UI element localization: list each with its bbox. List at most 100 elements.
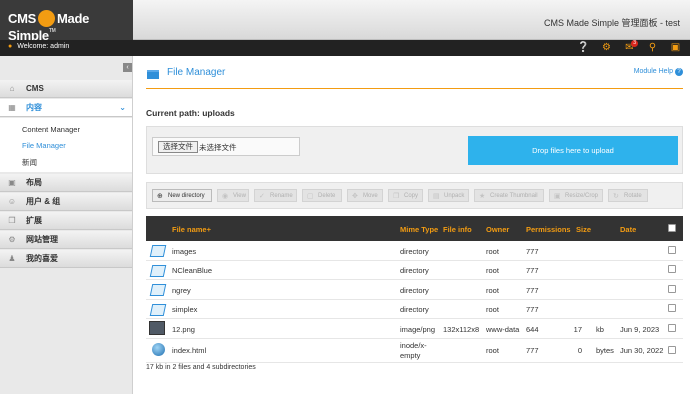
folder-icon [149,265,167,277]
drop-zone[interactable]: Drop files here to upload [468,136,678,165]
table-row[interactable]: 12.png image/png 132x112x8 www-data 644 … [146,319,683,339]
file-name-link[interactable]: index.html [172,346,206,355]
sidebar-item-label: 用户 & 组 [26,197,61,206]
site-title: CMS Made Simple 管理面板 - test [543,18,680,28]
notification-badge: 3 [631,40,638,47]
owner: root [486,286,499,295]
button-label: Rename [270,193,293,199]
rotate-button[interactable]: ↻ Rotate [608,189,648,202]
create-thumbnail-button[interactable]: ★ Create Thumbnail [474,189,544,202]
help-icon[interactable]: ❔ [572,41,595,55]
home-icon: ⌂ [9,84,15,93]
check-icon: ✓ [259,193,265,200]
owner: root [486,305,499,314]
main-content: File Manager Module Help? Current path: … [133,56,690,394]
delete-button[interactable]: ▢ Delete [302,189,342,202]
file-name-link[interactable]: 12.png [172,325,195,334]
upload-panel: 选择文件 未选择文件 Drop files here to upload [146,126,683,174]
mime-type: directory [400,266,429,275]
notifications-bell-icon[interactable]: ✉ 3 [618,40,641,55]
file-size-unit: bytes [596,346,614,355]
file-name-link[interactable]: simplex [172,305,197,314]
submenu-file-manager[interactable]: File Manager [22,141,66,150]
button-label: Create Thumbnail [490,193,538,199]
cms-logo[interactable]: CMS Made SimpleTM [0,0,133,43]
row-checkbox[interactable] [668,346,676,354]
file-name-link[interactable]: ngrey [172,286,191,295]
folder-icon [149,284,167,296]
file-size: 17 [573,325,582,334]
user-icon: ♟ [8,254,16,263]
unpack-button[interactable]: ▤ Unpack [428,189,469,202]
folder-icon [149,245,167,257]
content-icon: ▦ [8,103,16,112]
choose-file-button[interactable]: 选择文件 [158,141,198,153]
move-button[interactable]: ✥ Move [347,189,383,202]
puzzle-icon: ❒ [8,216,16,225]
table-row[interactable]: images directory root 777 [146,241,683,261]
button-label: Unpack [444,193,465,199]
file-date: Jun 9, 2023 [620,325,660,334]
eye-icon: ◉ [222,193,229,200]
collapse-sidebar-icon[interactable]: ‹ [123,63,132,72]
row-checkbox[interactable] [668,265,676,273]
file-name-link[interactable]: NCleanBlue [172,266,212,275]
sidebar-item-extensions[interactable]: ❒ 扩展 [0,212,132,230]
sidebar-item-label: 我的喜爱 [26,254,58,263]
view-button[interactable]: ◉ View [217,189,249,202]
select-all-checkbox[interactable] [668,224,676,232]
sidebar-item-favorites[interactable]: ♟ 我的喜爱 [0,250,132,268]
permissions: 777 [526,305,539,314]
column-filename[interactable]: File name+ [172,225,211,234]
rename-button[interactable]: ✓ Rename [254,189,297,202]
table-row[interactable]: simplex directory root 777 [146,300,683,319]
copy-icon: ❐ [393,193,400,200]
table-row[interactable]: ngrey directory root 777 [146,280,683,300]
submenu-content-manager[interactable]: Content Manager [22,125,80,134]
submenu-news[interactable]: 新闻 [22,157,37,168]
divider [146,88,683,89]
mime-type: inode/x- empty [400,341,427,360]
sidebar-item-layout[interactable]: ▣ 布局 [0,174,132,192]
row-checkbox[interactable] [668,304,676,312]
welcome-text: Welcome: admin [17,43,70,50]
copy-button[interactable]: ❐ Copy [388,189,423,202]
module-help-link[interactable]: Module Help? [634,68,683,76]
file-name-link[interactable]: images [172,247,196,256]
users-icon: ☺ [7,197,17,206]
user-icon: ● [8,43,13,50]
mime-type: directory [400,247,429,256]
search-icon[interactable]: ⚲ [641,41,664,55]
mime-type: directory [400,305,429,314]
no-file-chosen-text: 未选择文件 [199,143,237,152]
permissions: 644 [526,325,539,334]
resize-crop-button[interactable]: ▣ Resize/Crop [549,189,603,202]
archive-icon: ▤ [433,193,440,200]
sidebar-item-cms[interactable]: ⌂ CMS [0,80,132,98]
logo-mark-icon [38,10,55,28]
file-input[interactable]: 选择文件 未选择文件 [152,137,300,156]
table-row[interactable]: index.html inode/x- empty root 777 0 byt… [146,339,683,363]
column-file-info: File info [443,225,472,234]
row-checkbox[interactable] [668,324,676,332]
logo-text-cms: CMS [8,11,36,26]
settings-gear-icon[interactable]: ⚙ [595,41,618,55]
directory-summary: 17 kb in 2 files and 4 subdirectories [146,364,256,371]
new-directory-button[interactable]: ⊕ New directory [152,189,212,202]
plus-circle-icon: ⊕ [157,193,163,200]
button-label: Delete [318,193,336,199]
sidebar-item-users-groups[interactable]: ☺ 用户 & 组 [0,193,132,211]
file-toolbar: ⊕ New directory ◉ View ✓ Rename ▢ Delete ✥ Mo… [146,182,683,209]
image-thumbnail-icon [149,321,165,335]
permissions: 777 [526,286,539,295]
folder-icon [149,304,167,316]
logout-lock-icon[interactable]: ▣ [664,41,687,55]
sidebar-item-content[interactable]: ▦ 内容 ⌄ [0,99,132,117]
table-row[interactable]: NCleanBlue directory root 777 [146,261,683,280]
sidebar-item-label: 布局 [26,178,42,187]
sidebar-item-site-admin[interactable]: ⚙ 网站管理 [0,231,132,249]
row-checkbox[interactable] [668,285,676,293]
sidebar-item-label: 内容 [26,103,42,112]
permissions: 777 [526,346,539,355]
row-checkbox[interactable] [668,246,676,254]
